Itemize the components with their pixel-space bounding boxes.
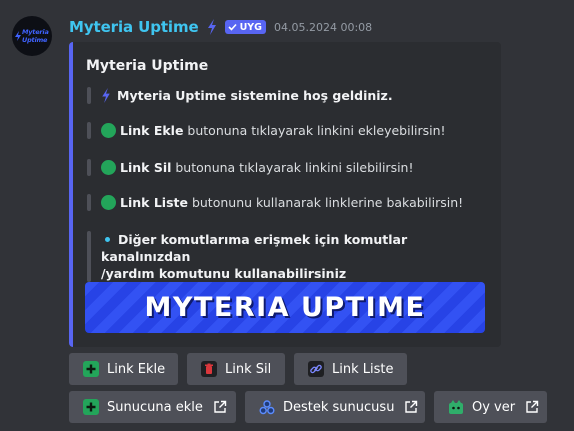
link-icon [308,361,324,377]
commands-line-2: /yardım komutunu kullanabilirsiniz [101,266,347,281]
quote-welcome: Myteria Uptime sistemine hoş geldiniz. [87,87,491,104]
link-ekle-button[interactable]: Link Ekle [69,353,178,385]
app-badge-label: UYG [239,21,262,33]
external-link-icon [214,400,227,413]
bot-message: Myteria Uptime Myteria Uptime UYG 04.05.2… [0,0,574,431]
bolt-icon [15,31,21,41]
quote-link-liste: Link Liste butonunu kullanarak linklerin… [87,194,491,211]
link-liste-bold: Link Liste [120,195,188,210]
avatar-logo-text: Myteria Uptime [22,28,49,44]
plus-icon [83,361,99,377]
avatar[interactable]: Myteria Uptime [12,16,52,56]
oy-ver-label: Oy ver [472,399,516,415]
quote-commands: Diğer komutlarıma erişmek için komutlar … [87,231,491,282]
trash-icon [201,361,217,377]
external-link-icon [526,400,539,413]
green-circle-icon [101,123,116,138]
destek-sunucusu-button[interactable]: Destek sunucusu [245,391,425,423]
plus-icon [83,399,99,415]
bolt-icon [102,88,110,103]
checkmark-icon [228,23,237,31]
quote-link-ekle: Link Ekle butonuna tıklayarak linkini ek… [87,122,491,139]
topgg-icon [449,400,463,414]
destek-sunucusu-label: Destek sunucusu [283,399,395,415]
link-liste-label: Link Liste [332,361,394,377]
support-icon [259,400,275,415]
external-link-icon [405,400,418,413]
link-sil-text: butonuna tıklayarak linkini silebilirsin… [171,160,414,175]
timestamp[interactable]: 04.05.2024 00:08 [274,21,372,34]
embed-accent-bar [69,42,73,347]
link-ekle-text: butonuna tıklayarak linkini ekleyebilirs… [183,123,446,138]
username[interactable]: Myteria Uptime [69,18,199,36]
welcome-text: Myteria Uptime sistemine hoş geldiniz. [117,88,393,103]
commands-line-1: Diğer komutlarıma erişmek için komutlar … [101,232,408,264]
bolt-icon [207,19,216,35]
link-ekle-label: Link Ekle [107,361,166,377]
sunucuna-ekle-button[interactable]: Sunucuna ekle [69,391,236,423]
link-sil-label: Link Sil [225,361,272,377]
green-circle-icon [101,195,116,210]
message-header: Myteria Uptime UYG 04.05.2024 00:08 [69,17,372,37]
link-liste-text: butonunu kullanarak linklerine bakabilir… [187,195,464,210]
bullet-icon [105,237,110,242]
embed: Myteria Uptime Myteria Uptime sistemine … [69,42,501,347]
link-sil-bold: Link Sil [120,160,172,175]
sunucuna-ekle-label: Sunucuna ekle [107,399,203,415]
green-circle-icon [101,160,116,175]
embed-title: Myteria Uptime [86,58,209,74]
quote-link-sil: Link Sil butonuna tıklayarak linkini sil… [87,159,491,176]
banner-image[interactable]: MYTERIA UPTIME [85,282,485,333]
oy-ver-button[interactable]: Oy ver [434,391,547,423]
app-badge: UYG [224,20,266,34]
banner-text: MYTERIA UPTIME [144,292,426,323]
link-ekle-bold: Link Ekle [120,123,184,138]
link-liste-button[interactable]: Link Liste [294,353,407,385]
link-sil-button[interactable]: Link Sil [187,353,285,385]
